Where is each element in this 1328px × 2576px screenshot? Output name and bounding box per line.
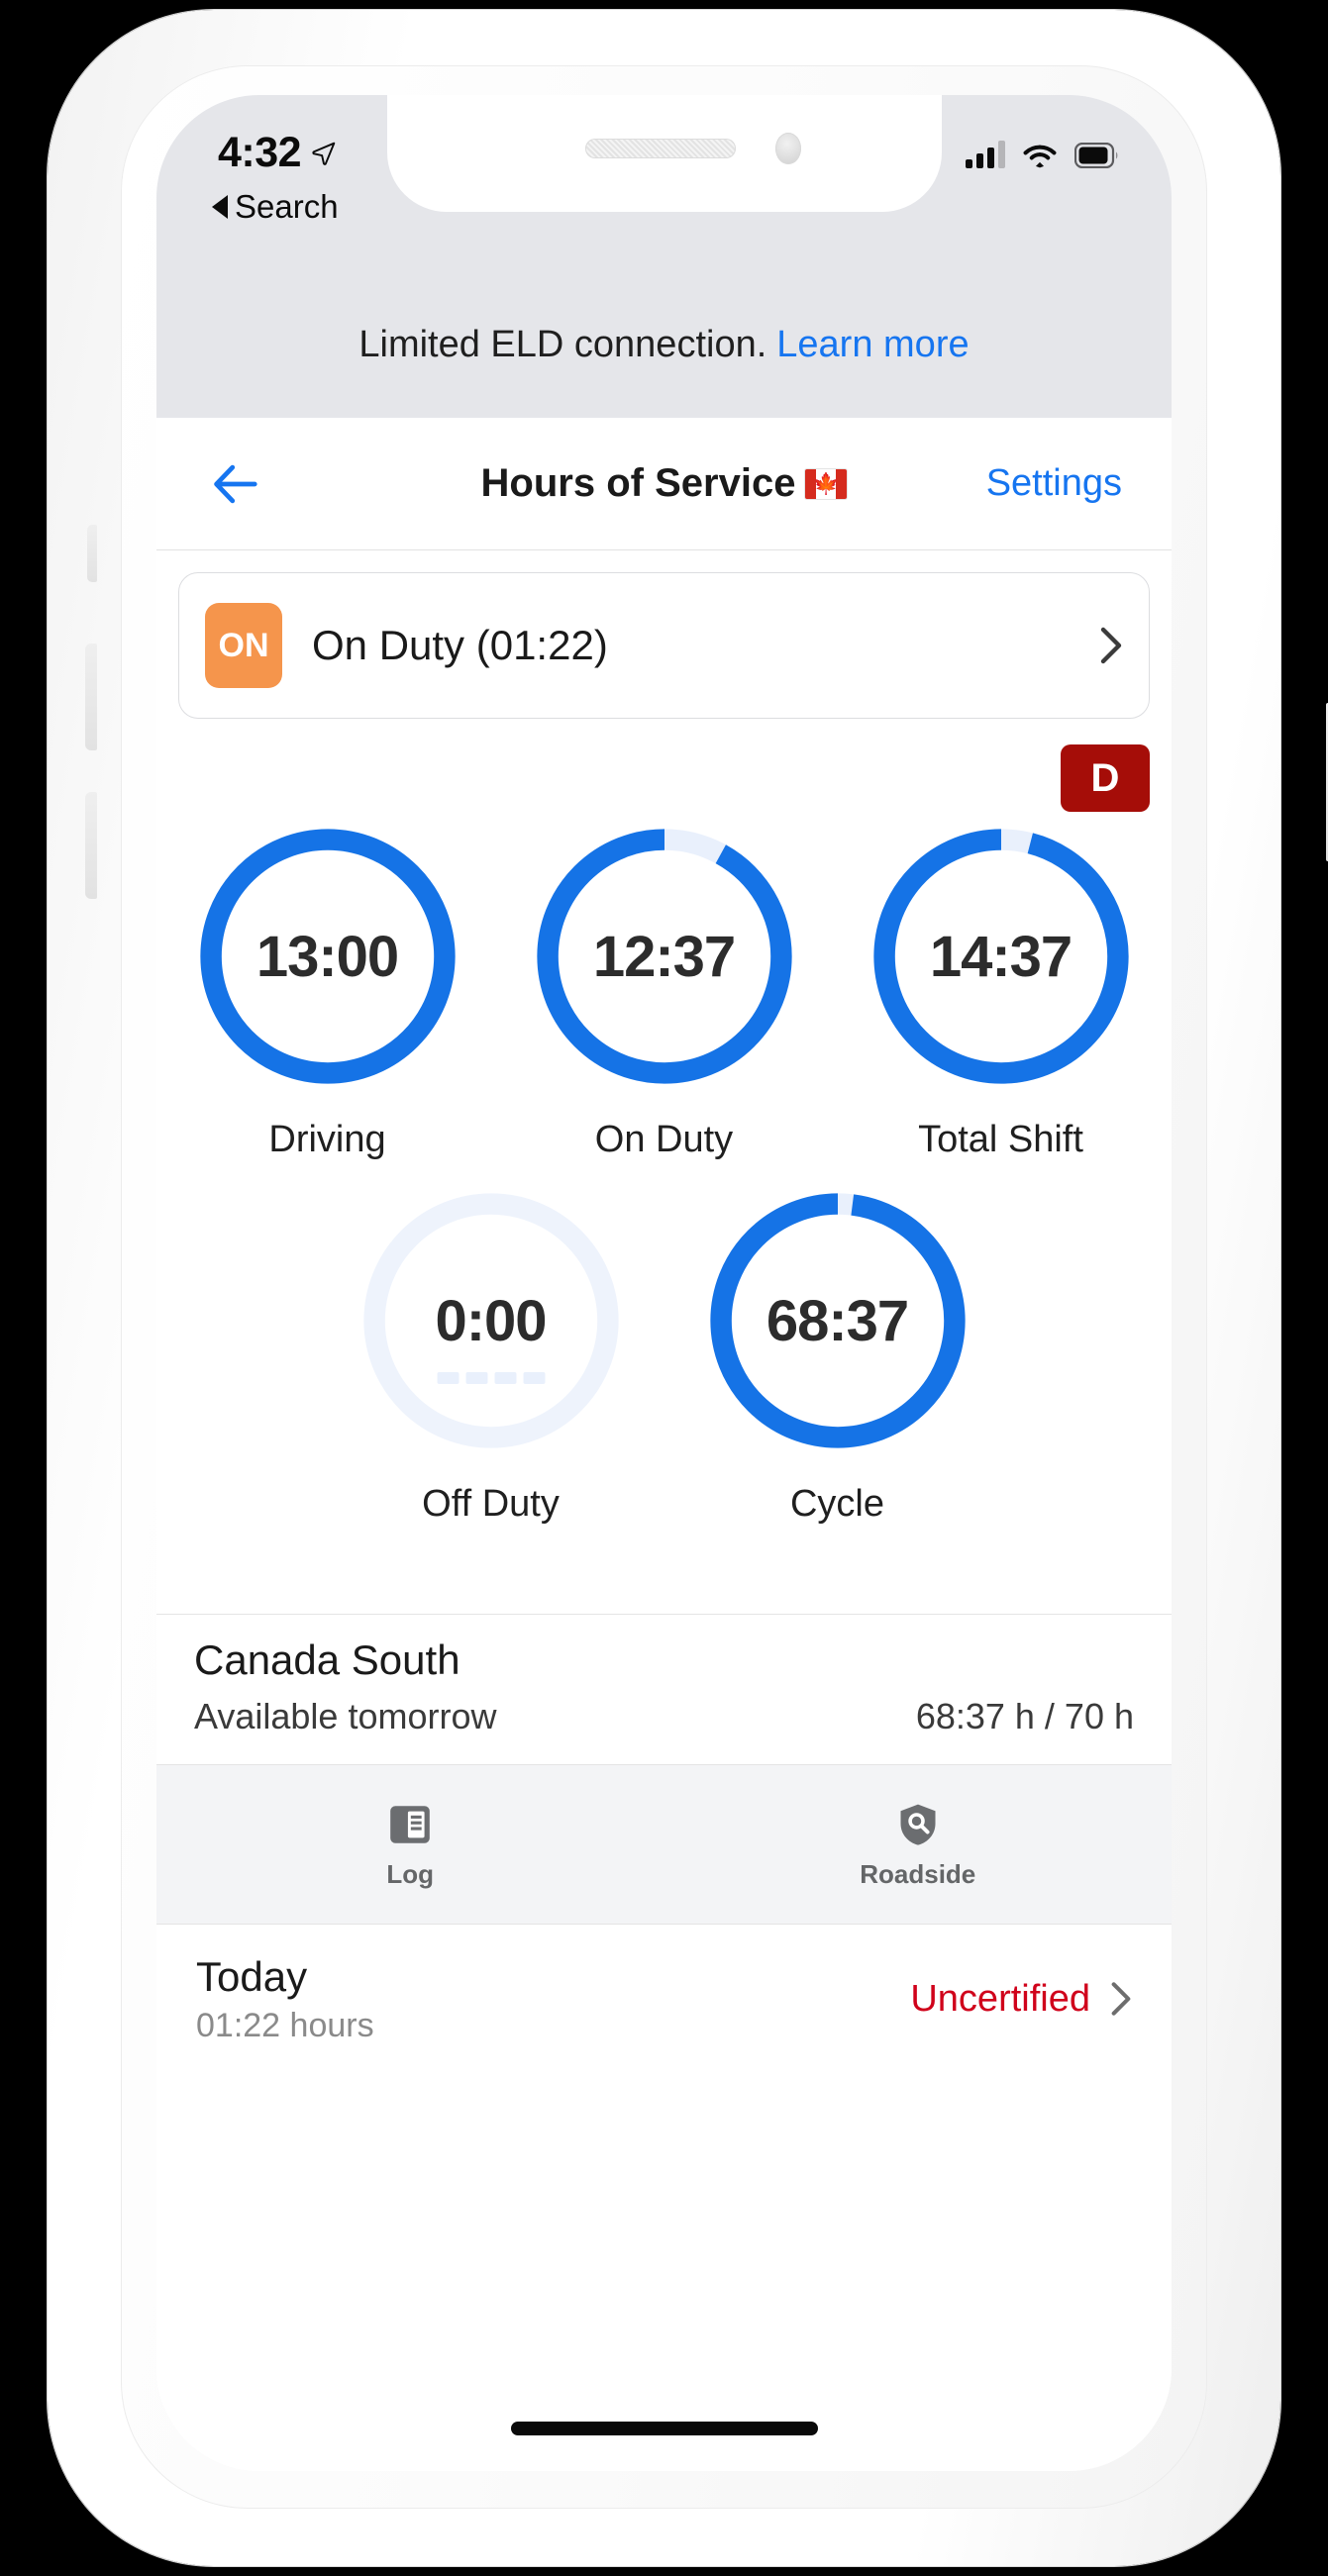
home-indicator[interactable]: [510, 2422, 818, 2435]
today-status-group: Uncertified: [910, 1978, 1132, 2021]
status-time: 4:32: [218, 129, 302, 176]
shield-search-icon: [900, 1804, 936, 1845]
duty-status-badge: ON: [205, 603, 282, 688]
today-hours-value: 01:22 hours: [196, 2006, 374, 2044]
arrow-left-icon[interactable]: [208, 457, 261, 511]
front-camera: [774, 133, 801, 164]
driving-ring: 13:00: [195, 824, 460, 1089]
back-to-search-button[interactable]: Search: [212, 188, 339, 226]
hos-clock-row-secondary: 0:00 Off Duty 68:37 Cycle: [156, 1188, 1172, 1526]
hos-clock-off-duty[interactable]: 0:00 Off Duty: [358, 1188, 624, 1526]
cycle-availability-text: Available tomorrow: [194, 1696, 497, 1736]
page-title-text: Hours of Service: [480, 461, 796, 505]
chevron-right-icon: [1111, 1982, 1131, 2016]
duty-status-card[interactable]: ON On Duty (01:22): [178, 572, 1150, 719]
on-duty-label: On Duty: [594, 1119, 734, 1160]
total-shift-ring: 14:37: [868, 824, 1134, 1089]
on-duty-ring: 12:37: [532, 824, 797, 1089]
main-content: ON On Duty (01:22) D 13:00 Driving 12:37…: [156, 550, 1172, 2471]
total-shift-value: 14:37: [929, 924, 1073, 989]
cycle-summary-section: Canada South Available tomorrow 68:37 h …: [156, 1614, 1172, 1764]
status-time-group: 4:32: [218, 129, 337, 177]
phone-screen: 4:32 Search Limited ELD connection. Lear…: [156, 95, 1172, 2471]
roadside-button-label: Roadside: [860, 1858, 976, 1889]
on-duty-value: 12:37: [592, 924, 736, 989]
off-duty-value: 0:00: [435, 1288, 547, 1353]
eld-banner-text: Limited ELD connection.: [358, 323, 767, 365]
cycle-value: 68:37: [766, 1288, 909, 1353]
tool-button-row: Log Roadside: [156, 1764, 1172, 1925]
eld-learn-more-link[interactable]: Learn more: [776, 324, 969, 366]
log-button-label: Log: [386, 1858, 435, 1889]
notch: [386, 95, 942, 212]
cycle-ring: 68:37: [705, 1188, 970, 1453]
duty-status-label: On Duty (01:22): [312, 622, 608, 668]
cellular-signal-icon: [966, 141, 1005, 168]
chevron-right-icon: [1100, 627, 1122, 664]
volume-up-button[interactable]: [85, 644, 97, 750]
hos-clock-cycle[interactable]: 68:37 Cycle: [705, 1188, 970, 1526]
settings-button[interactable]: Settings: [986, 462, 1122, 505]
today-log-info: Today 01:22 hours: [196, 1953, 374, 2045]
back-search-label: Search: [235, 188, 339, 225]
today-label: Today: [196, 1952, 308, 2000]
hos-clock-total-shift[interactable]: 14:37 Total Shift: [868, 824, 1134, 1161]
back-triangle-icon: [212, 195, 228, 219]
roadside-button[interactable]: Roadside: [664, 1765, 1173, 1924]
earpiece-speaker: [584, 139, 736, 158]
total-shift-label: Total Shift: [918, 1119, 1083, 1160]
log-document-icon: [390, 1805, 431, 1843]
off-duty-ring: 0:00: [358, 1188, 624, 1453]
cycle-label: Cycle: [789, 1483, 885, 1525]
location-arrow-icon: [312, 142, 336, 165]
today-log-row[interactable]: Today 01:22 hours Uncertified: [156, 1925, 1172, 2073]
hos-clock-row-primary: 13:00 Driving 12:37 On Duty 14:37 Total …: [156, 824, 1172, 1161]
hos-clock-driving[interactable]: 13:00 Driving: [195, 824, 460, 1161]
phone-frame: 4:32 Search Limited ELD connection. Lear…: [48, 10, 1328, 2566]
wifi-icon: [1023, 145, 1057, 168]
cycle-summary-row: Available tomorrow 68:37 h / 70 h: [194, 1696, 1134, 1737]
volume-down-button[interactable]: [85, 792, 97, 899]
driving-label: Driving: [268, 1119, 386, 1160]
cycle-region-title: Canada South: [194, 1636, 460, 1683]
cycle-hours-value: 68:37 h / 70 h: [915, 1696, 1134, 1736]
certification-status-badge: Uncertified: [910, 1977, 1090, 2020]
driver-mode-badge[interactable]: D: [1061, 744, 1150, 812]
status-icons-group: [966, 141, 1120, 168]
driving-value: 13:00: [255, 924, 399, 989]
off-duty-placeholder-dashes: [437, 1372, 545, 1384]
eld-connection-banner[interactable]: Limited ELD connection. Learn more: [156, 271, 1172, 418]
maple-leaf-glyph: 🍁: [813, 472, 840, 495]
battery-icon: [1074, 143, 1120, 168]
log-button[interactable]: Log: [156, 1765, 664, 1924]
off-duty-label: Off Duty: [422, 1483, 560, 1525]
canada-flag-icon: 🍁: [805, 468, 848, 499]
hos-clock-on-duty[interactable]: 12:37 On Duty: [532, 824, 797, 1161]
mute-switch[interactable]: [87, 525, 97, 582]
navigation-bar: Hours of Service 🍁 Settings: [156, 418, 1172, 550]
